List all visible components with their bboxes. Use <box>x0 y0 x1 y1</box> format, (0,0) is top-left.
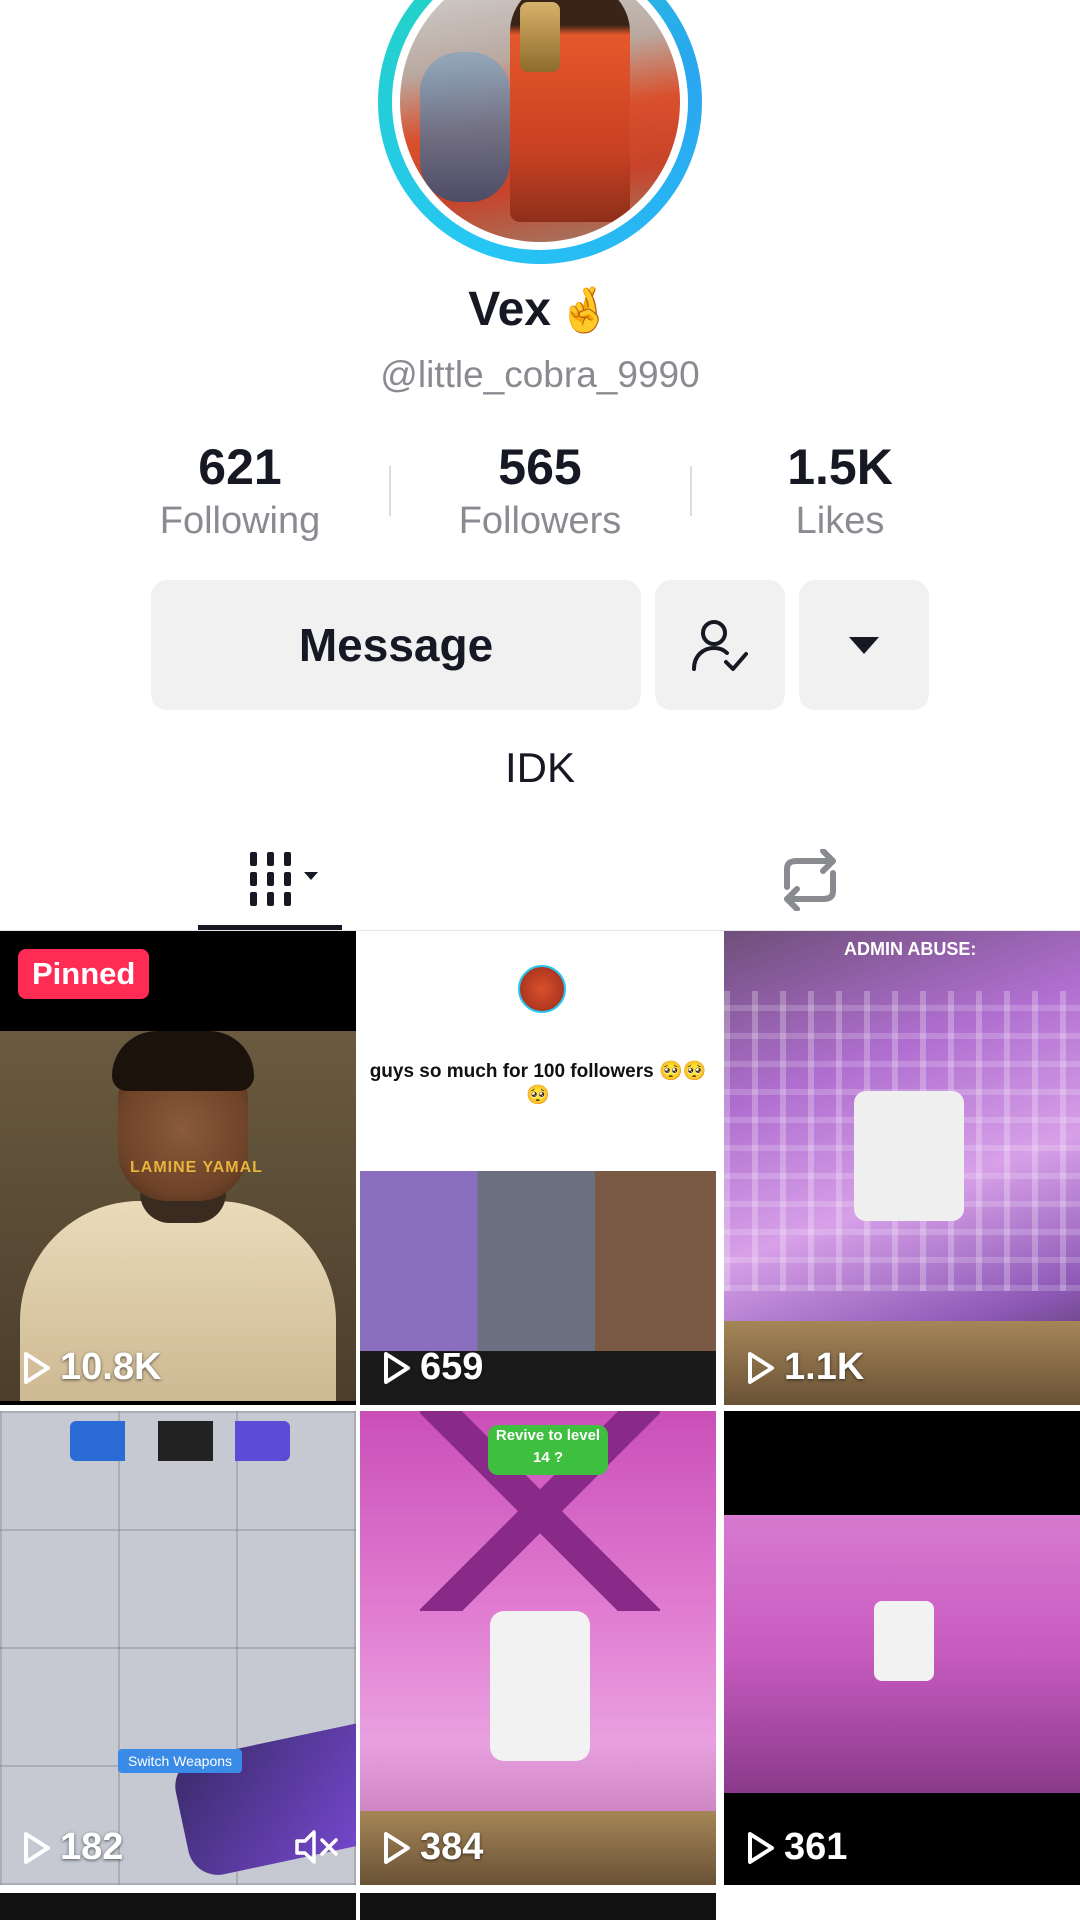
view-count-text: 361 <box>784 1826 848 1868</box>
play-icon <box>24 1831 50 1864</box>
stat-likes[interactable]: 1.5K Likes <box>690 438 990 543</box>
likes-label: Likes <box>795 500 885 542</box>
grid-icon <box>250 852 318 906</box>
video-thumbnail[interactable]: 361 <box>724 1411 1080 1885</box>
caret-down-icon <box>849 637 879 654</box>
thumbnail-overlay-text: Revive to level 14 ? <box>488 1425 608 1475</box>
followers-count: 565 <box>498 439 582 495</box>
thumbnail-hair <box>112 1031 254 1091</box>
video-thumbnail[interactable]: Revive to level 14 ? 384 <box>360 1411 716 1885</box>
following-count: 621 <box>198 439 282 495</box>
thumbnail-overlay-text: LAMINE YAMAL <box>130 1159 263 1176</box>
view-count-text: 384 <box>420 1826 484 1868</box>
play-icon <box>384 1351 410 1384</box>
view-count: 659 <box>382 1346 483 1389</box>
avatar-frame <box>392 0 688 250</box>
message-button[interactable]: Message <box>151 580 641 710</box>
thumbnail-character <box>874 1601 934 1681</box>
view-count: 361 <box>746 1826 847 1869</box>
avatar[interactable] <box>378 0 702 264</box>
thumbnail-game-previews <box>360 1171 716 1351</box>
thumbnail-character <box>854 1091 964 1221</box>
video-thumbnail-partial[interactable] <box>360 1893 716 1920</box>
avatar-photo-background-person <box>420 52 510 202</box>
user-check-icon <box>692 620 748 671</box>
friends-button[interactable] <box>655 580 785 710</box>
avatar-photo <box>400 0 680 242</box>
followers-label: Followers <box>458 500 622 542</box>
message-button-label: Message <box>298 619 494 671</box>
play-icon <box>24 1351 50 1384</box>
view-count-text: 1.1K <box>784 1346 865 1388</box>
view-count-text: 10.8K <box>60 1346 162 1388</box>
following-label: Following <box>159 500 321 542</box>
tab-reposts[interactable] <box>760 830 860 930</box>
display-name-text: Vex <box>468 283 551 336</box>
video-thumbnail[interactable]: Switch Weapons 182 <box>0 1411 356 1885</box>
thumbnail-caption: guys so much for 100 followers 🥺🥺🥺 <box>360 1059 716 1107</box>
video-thumbnail[interactable]: guys so much for 100 followers 🥺🥺🥺 659 <box>360 931 716 1405</box>
view-count: 182 <box>22 1826 123 1869</box>
view-count: 384 <box>382 1826 483 1869</box>
video-thumbnail[interactable]: ADMIN ABUSE: 1.1K <box>724 931 1080 1405</box>
username-handle: @little_cobra_9990 <box>380 354 700 395</box>
thumbnail-hud <box>70 1421 290 1461</box>
mute-icon[interactable] <box>294 1827 340 1867</box>
view-count: 10.8K <box>22 1346 161 1389</box>
video-thumbnail-partial[interactable] <box>0 1893 356 1920</box>
thumbnail-character <box>490 1611 590 1761</box>
thumbnail-overlay-text: ADMIN ABUSE: <box>844 939 977 959</box>
display-name: Vex 🤞 <box>0 282 1080 337</box>
thumbnail-avatar <box>518 965 566 1013</box>
play-icon <box>384 1831 410 1864</box>
view-count-text: 659 <box>420 1346 484 1388</box>
chevron-down-icon <box>304 872 318 880</box>
likes-count: 1.5K <box>787 439 893 495</box>
play-icon <box>748 1831 774 1864</box>
bio-text: IDK <box>504 744 575 791</box>
stat-followers[interactable]: 565 Followers <box>390 438 690 543</box>
video-thumbnail[interactable]: LAMINE YAMAL Pinned 10.8K <box>0 931 356 1405</box>
view-count: 1.1K <box>746 1346 864 1389</box>
view-count-text: 182 <box>60 1826 124 1868</box>
crossed-fingers-emoji: 🤞 <box>556 286 612 335</box>
tab-videos[interactable] <box>198 830 342 930</box>
pinned-badge: Pinned <box>18 949 150 999</box>
avatar-photo-trophy <box>520 2 560 72</box>
play-icon <box>748 1351 774 1384</box>
stat-following[interactable]: 621 Following <box>90 438 390 543</box>
thumbnail-overlay-text: Switch Weapons <box>118 1749 243 1773</box>
repost-icon <box>784 849 836 911</box>
more-options-button[interactable] <box>799 580 929 710</box>
